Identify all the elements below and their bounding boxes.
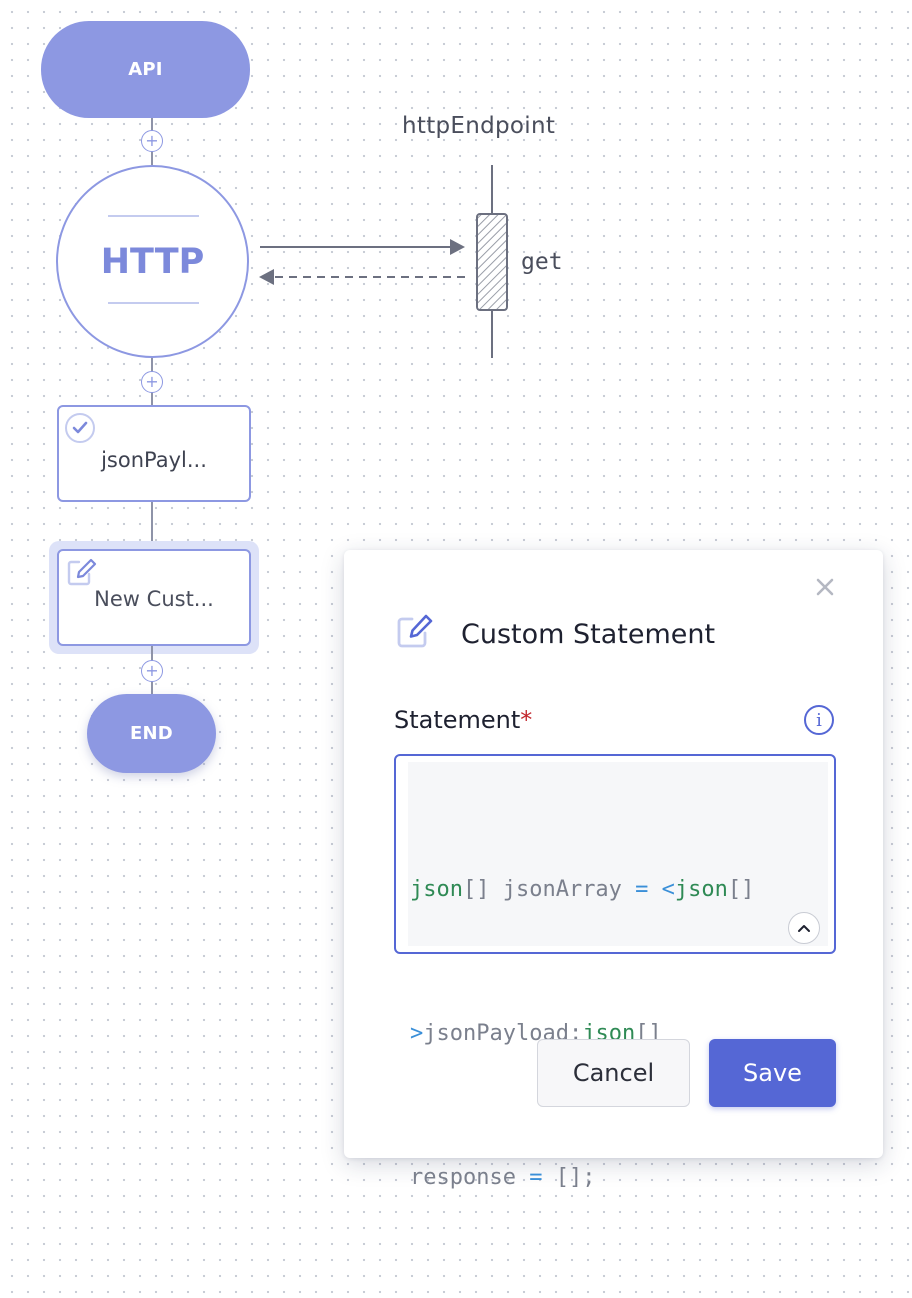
add-node-button[interactable]: + xyxy=(141,660,163,682)
check-icon xyxy=(65,413,95,443)
end-node[interactable]: END xyxy=(87,694,216,773)
code-token: response xyxy=(410,1165,530,1190)
code-token: = xyxy=(529,1165,543,1190)
add-node-button[interactable]: + xyxy=(141,130,163,152)
code-token: [] xyxy=(727,877,755,902)
custom-node-label: New Cust... xyxy=(94,586,214,611)
code-line: json[] jsonArray = <json[] xyxy=(410,866,754,914)
save-button[interactable]: Save xyxy=(709,1039,836,1107)
endpoint-lifeline xyxy=(259,165,508,358)
code-token: json xyxy=(410,877,463,902)
code-token: > xyxy=(410,1021,424,1046)
required-marker: * xyxy=(520,706,533,734)
code-line: response = []; xyxy=(410,1154,754,1202)
start-node-label: API xyxy=(128,59,163,80)
json-payload-label: jsonPayl... xyxy=(101,447,207,472)
start-node-api[interactable]: API xyxy=(41,21,250,118)
edit-icon xyxy=(395,613,435,655)
json-payload-node[interactable]: jsonPayl... xyxy=(57,405,251,502)
close-button[interactable] xyxy=(810,572,840,602)
http-node[interactable]: HTTP xyxy=(56,165,249,358)
info-glyph: i xyxy=(816,709,822,731)
info-icon[interactable]: i xyxy=(804,705,834,735)
code-token: json xyxy=(674,877,728,902)
custom-statement-node[interactable]: New Cust... xyxy=(57,549,251,646)
statement-label: Statement* xyxy=(394,706,532,734)
statement-editor[interactable]: json[] jsonArray = <json[] >jsonPayload;… xyxy=(394,754,836,1190)
endpoint-name: httpEndpoint xyxy=(402,113,556,139)
divider xyxy=(108,302,199,304)
custom-statement-panel: Custom Statement Statement* i json[] jso… xyxy=(344,550,883,1190)
plus-icon: + xyxy=(145,131,159,150)
panel-title: Custom Statement xyxy=(461,619,716,650)
code-token: = xyxy=(635,877,649,902)
add-node-button[interactable]: + xyxy=(141,371,163,393)
edit-icon xyxy=(65,557,99,594)
chevron-up-icon xyxy=(798,925,810,932)
end-node-label: END xyxy=(130,723,173,744)
code-token: []; xyxy=(542,1165,596,1190)
code-content: json[] jsonArray = <json[] >jsonPayload;… xyxy=(410,770,754,1298)
code-token: [] jsonArray xyxy=(462,877,636,902)
divider xyxy=(108,215,199,217)
http-node-label: HTTP xyxy=(100,241,205,282)
collapse-editor-button[interactable] xyxy=(788,912,820,944)
endpoint-method: get xyxy=(521,249,563,275)
code-token: < xyxy=(661,877,675,902)
plus-icon: + xyxy=(145,661,159,680)
plus-icon: + xyxy=(145,372,159,391)
close-icon xyxy=(816,578,834,596)
statement-label-text: Statement xyxy=(394,706,521,734)
cancel-button[interactable]: Cancel xyxy=(537,1039,690,1107)
